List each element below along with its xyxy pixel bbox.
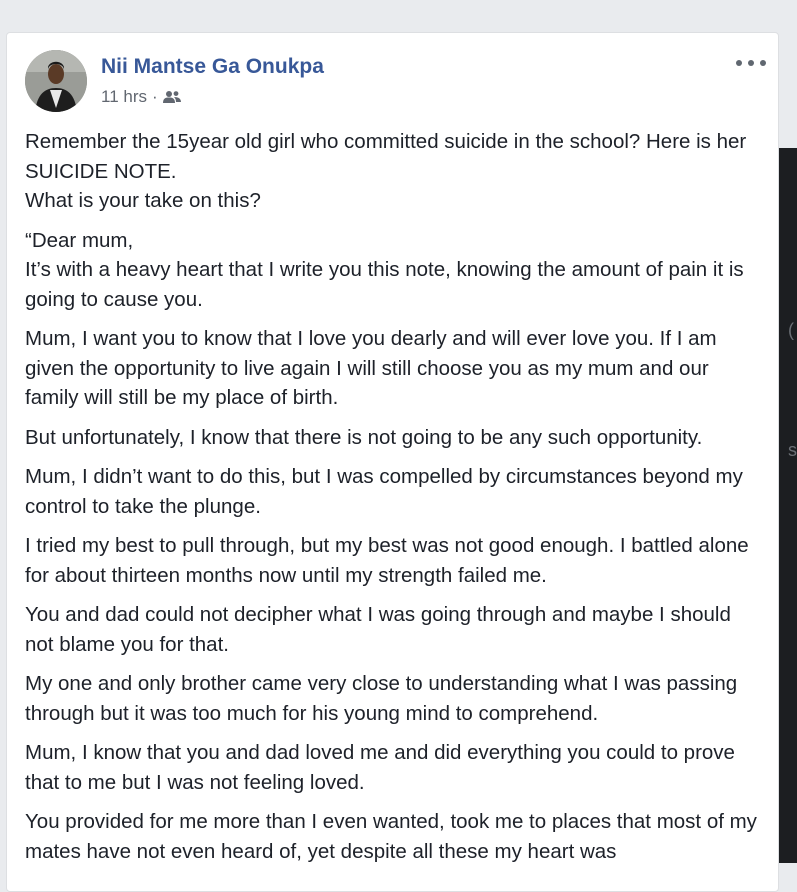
post-paragraph: Mum, I didn’t want to do this, but I was… [25, 465, 743, 518]
post-paragraph: But unfortunately, I know that there is … [25, 425, 703, 449]
friends-icon[interactable] [162, 90, 181, 104]
post-meta: 11 hrs · [101, 87, 181, 107]
background-fragment: ( [788, 320, 794, 340]
post-paragraph: You and dad could not decipher what I wa… [25, 603, 731, 656]
post-paragraph: Mum, I want you to know that I love you … [25, 327, 717, 409]
avatar-photo [25, 50, 87, 112]
post-paragraph: Mum, I know that you and dad loved me an… [25, 741, 735, 794]
avatar[interactable] [25, 50, 87, 112]
post-paragraph: “Dear mum, It’s with a heavy heart that … [25, 228, 744, 311]
post-paragraph: You provided for me more than I even wan… [25, 810, 757, 863]
post-paragraph: I tried my best to pull through, but my … [25, 534, 749, 587]
post-body: Remember the 15year old girl who committ… [25, 127, 765, 876]
post-paragraph: Remember the 15year old girl who committ… [25, 130, 747, 212]
post-paragraph: My one and only brother came very close … [25, 672, 738, 725]
more-options-icon[interactable] [736, 55, 766, 71]
post-card: Nii Mantse Ga Onukpa 11 hrs · Remember t… [6, 32, 779, 892]
post-timestamp[interactable]: 11 hrs [101, 87, 147, 107]
meta-separator: · [152, 87, 158, 106]
background-fragment: s [788, 440, 797, 460]
author-name[interactable]: Nii Mantse Ga Onukpa [101, 55, 324, 79]
